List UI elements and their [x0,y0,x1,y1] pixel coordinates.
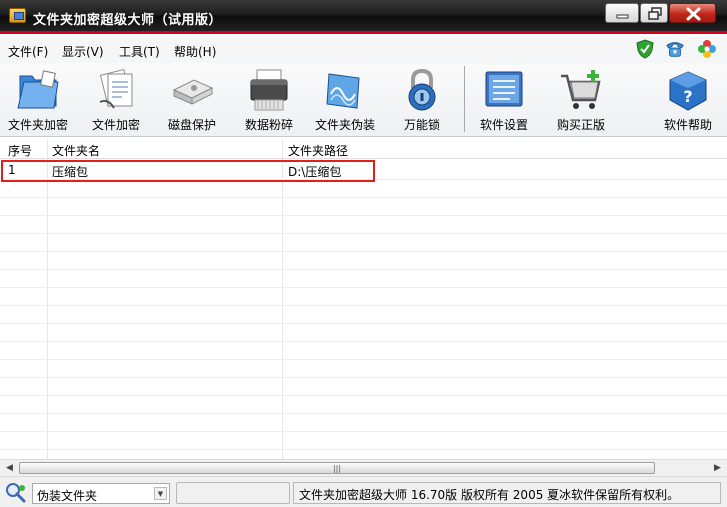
shredder-icon [250,69,288,111]
restore-button[interactable] [640,3,668,23]
folder-encrypt-label: 文件夹加密 [7,118,68,132]
toolbar-separator [464,66,465,132]
shield-icon[interactable] [635,39,655,59]
buy-button[interactable]: 购买正版 [545,63,617,135]
phone-icon[interactable] [665,39,685,59]
mode-dropdown[interactable]: 伪装文件夹 ▼ [32,483,170,504]
status-panel-empty [176,482,290,504]
column-folder-path[interactable]: 文件夹路径 [288,142,348,159]
help-label: 软件帮助 [663,118,712,132]
row-highlight [1,160,375,182]
scroll-right-icon[interactable]: ▶ [709,460,726,476]
toolbar: 文件夹加密 文件加密 磁盘保护 数据粉碎 文件夹伪装 万能锁 软件设置 购买正版… [0,63,727,137]
title-bar: 文件夹加密超级大师（试用版） [0,0,727,34]
folder-list[interactable]: 序号 文件夹名 文件夹路径 1 压缩包 D:\压缩包 [0,139,727,459]
restore-icon [648,7,662,20]
close-button[interactable] [669,3,716,23]
padlock-icon [408,68,436,111]
folder-disguise-label: 文件夹伪装 [314,118,375,132]
scroll-thumb[interactable]: ||| [19,462,655,474]
flower-icon[interactable] [697,39,717,59]
settings-label: 软件设置 [479,118,528,132]
column-divider [282,139,283,459]
padlock-label: 万能锁 [403,118,440,132]
padlock-button[interactable]: 万能锁 [386,63,458,135]
folder-disguise-icon [326,73,360,109]
file-encrypt-button[interactable]: 文件加密 [80,63,152,135]
file-encrypt-icon [99,68,133,109]
shredder-label: 数据粉碎 [244,118,293,132]
mode-dropdown-value: 伪装文件夹 [37,489,98,503]
list-header: 序号 文件夹名 文件夹路径 [0,139,727,159]
grip-icon: ||| [332,464,342,473]
folder-encrypt-button[interactable]: 文件夹加密 [0,63,76,135]
menu-bar: 文件(F) 显示(V) 工具(T) 帮助(H) [0,37,727,63]
status-bar: 伪装文件夹 ▼ 文件夹加密超级大师 16.70版 版权所有 2005 夏冰软件保… [0,476,727,507]
menu-tools[interactable]: 工具(T) [119,43,160,60]
file-encrypt-label: 文件加密 [91,118,140,132]
horizontal-scrollbar[interactable]: ◀ ||| ▶ [0,459,727,476]
status-info-text: 文件夹加密超级大师 16.70版 版权所有 2005 夏冰软件保留所有权利。 [299,488,680,502]
status-panel-info: 文件夹加密超级大师 16.70版 版权所有 2005 夏冰软件保留所有权利。 [293,482,721,504]
menu-view[interactable]: 显示(V) [62,43,104,60]
search-user-icon[interactable] [4,482,28,504]
help-icon: ? [669,71,707,111]
menu-file[interactable]: 文件(F) [8,43,48,60]
app-icon [9,8,26,23]
cart-icon [561,70,601,109]
buy-label: 购买正版 [556,118,605,132]
settings-button[interactable]: 软件设置 [468,63,540,135]
help-button[interactable]: ? 软件帮助 [650,63,726,135]
column-divider [47,139,48,459]
settings-icon [485,71,523,107]
minimize-icon [616,14,629,19]
window-title: 文件夹加密超级大师（试用版） [33,13,223,28]
menu-help[interactable]: 帮助(H) [174,43,216,60]
disk-protect-button[interactable]: 磁盘保护 [156,63,228,135]
disk-protect-label: 磁盘保护 [167,118,216,132]
minimize-button[interactable] [605,3,639,23]
column-folder-name[interactable]: 文件夹名 [52,142,100,159]
folder-disguise-button[interactable]: 文件夹伪装 [309,63,381,135]
folder-encrypt-icon [17,70,59,109]
chevron-down-icon[interactable]: ▼ [154,487,167,500]
scroll-left-icon[interactable]: ◀ [1,460,18,476]
close-icon [686,7,701,21]
disk-protect-icon [172,79,214,105]
column-index[interactable]: 序号 [8,142,32,159]
shredder-button[interactable]: 数据粉碎 [233,63,305,135]
svg-text:?: ? [683,87,692,106]
